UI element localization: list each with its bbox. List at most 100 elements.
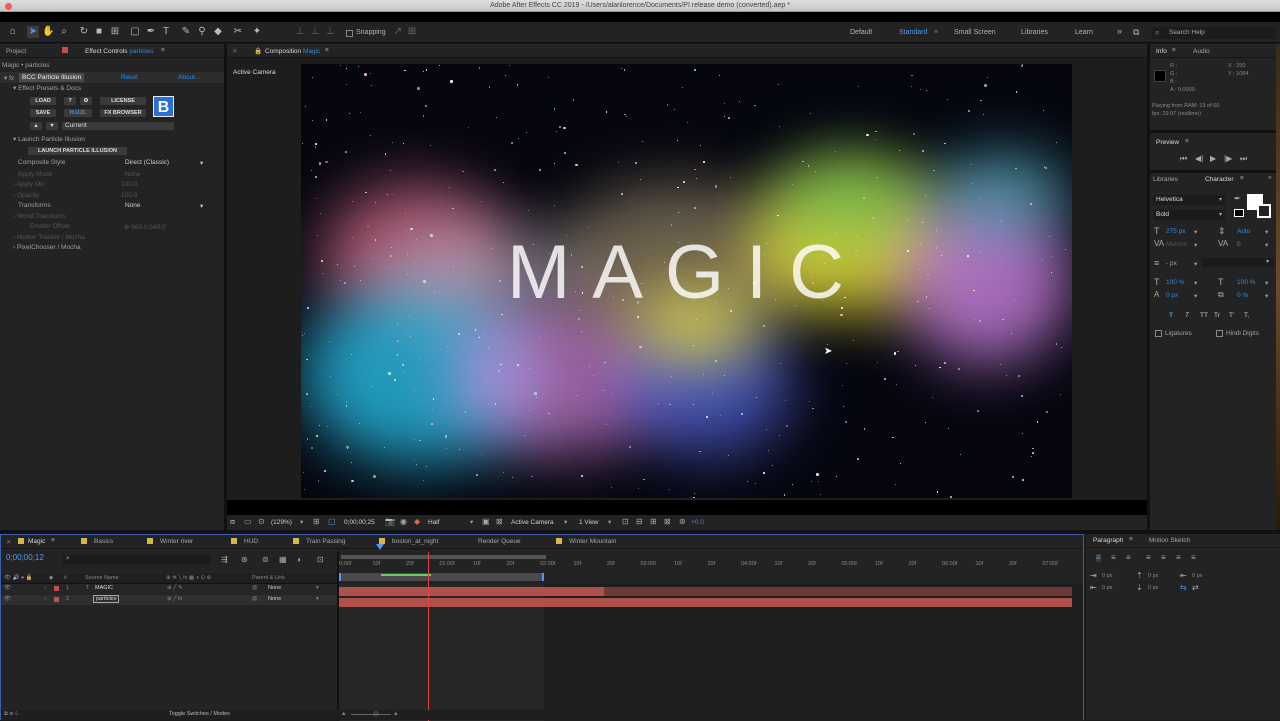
align-right-icon[interactable]: ≡ <box>1126 554 1131 562</box>
twirl-arrow-icon[interactable]: › <box>44 585 46 591</box>
horizontal-scale-value[interactable]: 100 % <box>1237 279 1255 286</box>
tracking-value[interactable]: 0 <box>1237 241 1241 248</box>
layer-row[interactable]: 👁 › 2 particles ⊕ ╱ fx @ None ▾ <box>1 595 337 605</box>
footer-switches-icon[interactable]: ⧉ ⊟ ⊙ <box>4 711 18 718</box>
last-frame-icon[interactable]: ⏭ <box>1240 155 1247 163</box>
tab-character[interactable]: Character <box>1205 176 1234 183</box>
zoom-out-icon[interactable]: ▲ <box>341 711 346 717</box>
align-left-icon[interactable]: ≡ <box>1096 554 1101 562</box>
about-link[interactable]: About... <box>178 74 200 81</box>
flowchart-icon[interactable]: ⊞ <box>650 518 657 526</box>
space-after-value[interactable]: 0 px <box>1148 585 1158 591</box>
faux-bold-button[interactable]: T <box>1169 312 1173 319</box>
stroke-color-swatch[interactable] <box>1257 204 1271 218</box>
tab-menu-icon[interactable]: ≡ <box>325 47 329 54</box>
snap-options-icon[interactable]: ↗ <box>392 26 404 38</box>
next-frame-icon[interactable]: |▶ <box>1224 155 1232 163</box>
time-ruler[interactable]: 0;00f 10f 20f 01:00f 10f 20f 02:00f 10f 20f 03:00… <box>339 552 1083 584</box>
tab-menu-icon[interactable]: ≡ <box>1240 175 1244 182</box>
timeline-tab-winter-river[interactable]: Winter river <box>160 538 193 545</box>
search-help-field[interactable]: ⌕ Search Help <box>1152 27 1276 39</box>
justify-right-icon[interactable]: ≡ <box>1176 554 1181 562</box>
world-transform-label[interactable]: › World Transform <box>13 213 65 220</box>
tab-effect-controls[interactable]: Effect Controls particles <box>85 48 154 55</box>
tab-paragraph[interactable]: Paragraph <box>1093 537 1123 544</box>
justify-left-icon[interactable]: ≡ <box>1146 554 1151 562</box>
work-area-bar[interactable] <box>341 555 546 559</box>
zoom-tool-icon[interactable]: ⌕ <box>58 26 70 38</box>
comp-mini-flowchart-icon[interactable]: ⇶ <box>221 556 228 564</box>
workspace-standard[interactable]: Standard <box>899 29 927 36</box>
leading-value[interactable]: Auto <box>1237 228 1250 235</box>
composition-viewer[interactable]: MAGIC ➤ <box>301 64 1072 498</box>
justify-center-icon[interactable]: ≡ <box>1161 554 1166 562</box>
roto-brush-tool-icon[interactable]: ✂ <box>232 26 244 38</box>
parent-dropdown[interactable]: None <box>268 596 281 602</box>
workspace-libraries[interactable]: Libraries <box>1021 29 1048 36</box>
tsume-value[interactable]: 0 % <box>1237 292 1248 299</box>
parent-link-column[interactable]: Parent & Link <box>252 575 285 581</box>
layer-name[interactable]: particles <box>93 595 120 603</box>
faux-italic-button[interactable]: T <box>1185 312 1189 319</box>
layer-search-field[interactable]: ⌕ <box>63 555 211 564</box>
zoom-in-icon[interactable]: ▲ <box>393 711 398 717</box>
baseline-shift-value[interactable]: 0 px <box>1166 292 1178 299</box>
font-family-dropdown[interactable]: Helvetica ▾ <box>1153 195 1225 205</box>
tab-preview[interactable]: Preview <box>1156 139 1179 146</box>
snap-grid-icon[interactable]: ⊞ <box>406 26 418 38</box>
draft-3d-toggle-icon[interactable]: ⊛ <box>241 556 248 564</box>
resolution-dropdown[interactable]: Half <box>428 519 440 526</box>
clone-stamp-tool-icon[interactable]: ⚲ <box>196 26 208 38</box>
hud-button[interactable]: H.U.D. <box>64 109 92 117</box>
layer-color-label[interactable] <box>54 597 59 602</box>
axis-local-icon[interactable]: ⊥ <box>294 26 306 38</box>
magic-text-layer[interactable]: MAGIC <box>301 229 1072 316</box>
launch-group-label[interactable]: ▾ Launch Particle Illusion <box>13 135 85 143</box>
indent-first-value[interactable]: 0 px <box>1192 573 1202 579</box>
black-white-swatch[interactable] <box>1234 209 1244 217</box>
space-before-value[interactable]: 0 px <box>1148 573 1158 579</box>
timeline-tab-boston-at-night[interactable]: boston_at_night <box>392 538 438 545</box>
align-center-icon[interactable]: ≡ <box>1111 554 1116 562</box>
workspace-learn[interactable]: Learn <box>1075 29 1093 36</box>
small-caps-button[interactable]: Tr <box>1214 312 1220 319</box>
transparency-grid-icon[interactable]: ⊠ <box>496 518 503 526</box>
pickwhip-icon[interactable]: @ <box>252 585 258 591</box>
save-button[interactable]: SAVE <box>30 109 56 117</box>
layer-bar-magic-tail[interactable] <box>604 587 1072 596</box>
work-area-range[interactable] <box>339 573 544 581</box>
puppet-tool-icon[interactable]: ✦ <box>251 26 263 38</box>
shy-layers-icon[interactable]: ⊜ <box>262 556 269 564</box>
current-time-indicator[interactable] <box>428 552 429 721</box>
preset-current-field[interactable]: Current <box>62 122 174 130</box>
vertical-scale-value[interactable]: 100 % <box>1166 279 1184 286</box>
source-name-column[interactable]: Source Name <box>85 575 119 581</box>
transforms-dropdown[interactable]: None <box>125 202 141 209</box>
snapping-checkbox[interactable] <box>346 30 353 37</box>
play-icon[interactable]: ▶ <box>1210 155 1216 163</box>
playhead-marker[interactable] <box>376 544 384 550</box>
show-snapshot-icon[interactable]: ◉ <box>400 518 407 526</box>
visibility-eye-icon[interactable]: 👁 <box>4 596 11 602</box>
pickwhip-icon[interactable]: @ <box>252 596 258 602</box>
hindi-digits-checkbox[interactable] <box>1216 330 1223 337</box>
tab-menu-icon[interactable]: ≡ <box>1129 536 1133 543</box>
close-tab-icon[interactable]: ✕ <box>232 47 237 55</box>
visibility-eye-icon[interactable]: 👁 <box>4 585 11 591</box>
motion-blur-icon[interactable]: ◑ <box>296 556 301 564</box>
stroke-style-dropdown[interactable]: ▾ <box>1202 258 1274 267</box>
axis-view-icon[interactable]: ⊥ <box>324 26 336 38</box>
camera-view-dropdown[interactable]: Active Camera <box>511 519 554 526</box>
layer-name[interactable]: MAGIC <box>95 585 113 591</box>
font-size-value[interactable]: 275 px <box>1166 228 1186 235</box>
eraser-tool-icon[interactable]: ◆ <box>212 26 224 38</box>
layer-switches-icon[interactable]: ⊕ ╱ ✎ <box>167 585 183 591</box>
tab-menu-icon[interactable]: ≡ <box>1172 47 1176 54</box>
workspace-menu-icon[interactable]: ≡ <box>934 29 938 36</box>
zoom-dropdown[interactable]: (129%) <box>271 519 292 526</box>
stroke-width-value[interactable]: - px <box>1166 260 1177 267</box>
axis-world-icon[interactable]: ⊥ <box>309 26 321 38</box>
sync-settings-icon[interactable]: ⧉ <box>1133 27 1139 38</box>
tab-menu-icon[interactable]: ≡ <box>1185 138 1189 145</box>
preset-down-icon[interactable]: ▼ <box>46 122 58 130</box>
